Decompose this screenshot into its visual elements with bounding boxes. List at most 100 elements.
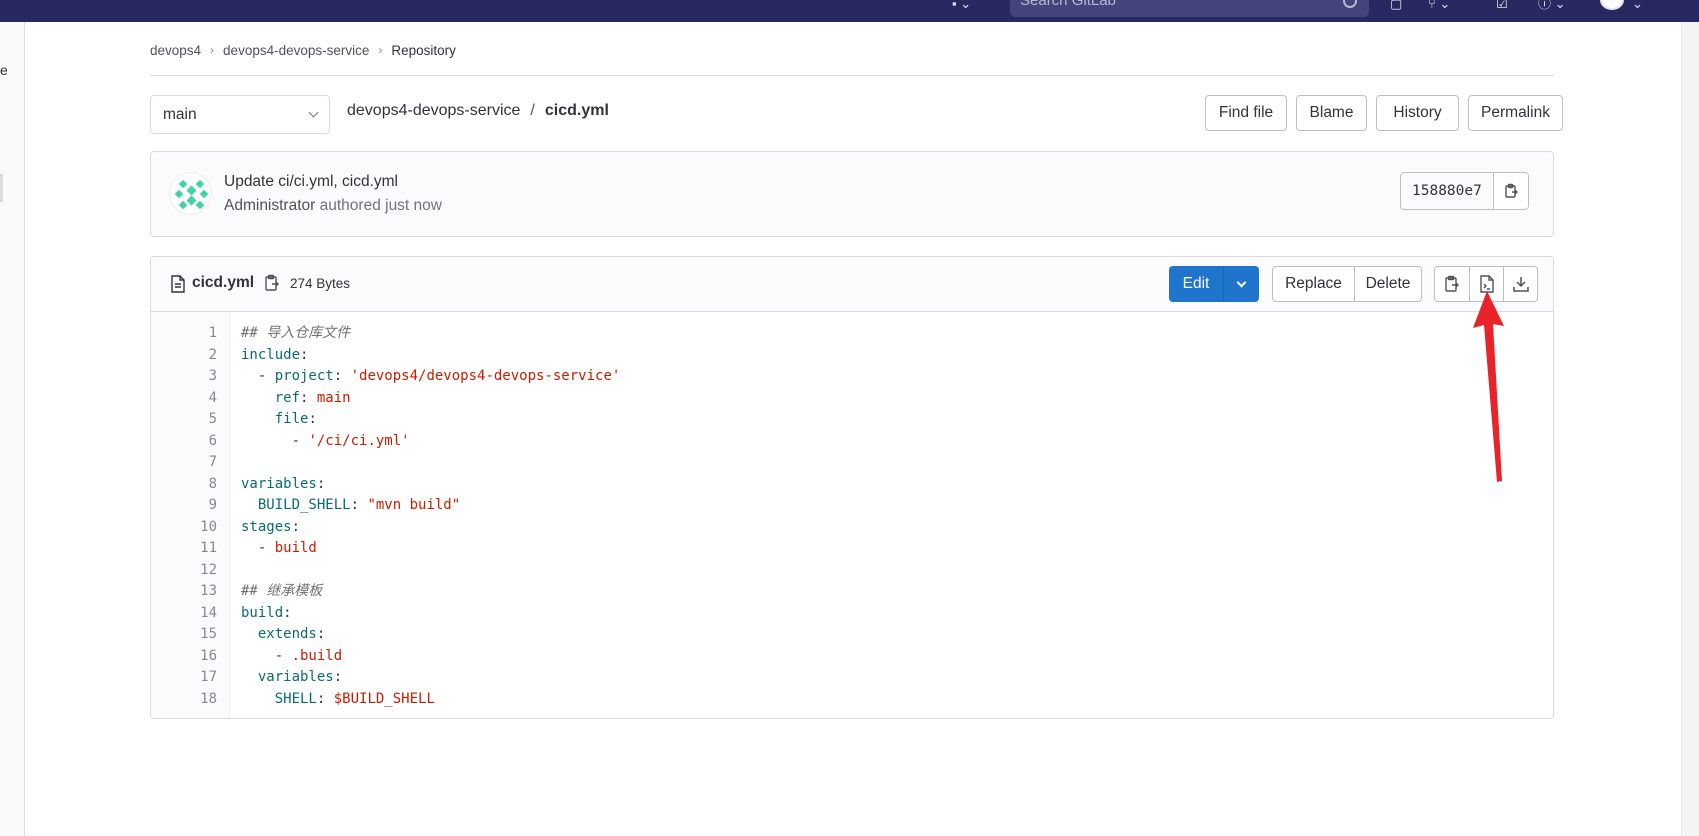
commit-author[interactable]: Administrator xyxy=(224,197,315,214)
commit-meta: Administrator authored just now xyxy=(224,197,442,215)
find-file-button[interactable]: Find file xyxy=(1205,95,1287,131)
search-input[interactable]: Search GitLab xyxy=(1010,0,1369,17)
code-line: 12 xyxy=(151,560,1553,582)
code-line: 18 SHELL: $BUILD_SHELL xyxy=(151,689,1553,711)
line-number[interactable]: 8 xyxy=(151,474,217,496)
code-text: ## 继承模板 xyxy=(241,581,322,603)
file-header: cicd.yml 274 Bytes Edit Replace Delete xyxy=(151,257,1553,312)
commit-sha-group: 158880e7 xyxy=(1400,172,1529,210)
clipboard-icon xyxy=(1445,275,1459,292)
search-placeholder: Search GitLab xyxy=(1020,0,1116,9)
edit-button-group: Edit xyxy=(1169,266,1259,302)
code-token: : xyxy=(300,346,309,363)
code-line: 14 build: xyxy=(151,603,1553,625)
line-number[interactable]: 5 xyxy=(151,409,217,431)
edit-dropdown-toggle[interactable] xyxy=(1223,266,1259,302)
code-token: 'devops4/devops4-devops-service' xyxy=(350,368,621,384)
code-line: 17 variables: xyxy=(151,667,1553,689)
line-number[interactable]: 17 xyxy=(151,667,217,689)
code-text: stages: xyxy=(241,517,300,539)
line-number[interactable]: 14 xyxy=(151,603,217,625)
replace-button[interactable]: Replace xyxy=(1273,267,1354,301)
code-line: 9 BUILD_SHELL: "mvn build" xyxy=(151,495,1553,517)
code-line: 11 - build xyxy=(151,538,1553,560)
edit-button[interactable]: Edit xyxy=(1169,266,1223,302)
file-actions-group: Replace Delete xyxy=(1272,266,1422,302)
chevron-right-icon: › xyxy=(210,43,215,57)
breadcrumb-project[interactable]: devops4-devops-service xyxy=(223,43,369,58)
code-text: include: xyxy=(241,345,308,367)
code-token: extends xyxy=(257,626,317,642)
todo-icon[interactable]: ☑ xyxy=(1496,0,1508,10)
left-sidebar-edge: e xyxy=(0,22,25,836)
commit-sha[interactable]: 158880e7 xyxy=(1401,173,1494,209)
code-token: - xyxy=(241,540,275,556)
code-token: '/ci/ci.yml' xyxy=(308,432,410,449)
code-token: : xyxy=(316,626,326,642)
line-number[interactable]: 11 xyxy=(151,538,217,560)
code-line: 2 include: xyxy=(151,345,1553,367)
code-token: : xyxy=(316,475,326,492)
code-token: build xyxy=(241,604,284,621)
path-repo-link[interactable]: devops4-devops-service xyxy=(347,102,520,120)
code-text: variables: xyxy=(241,667,342,689)
code-text: - .build xyxy=(241,646,342,668)
page-scrollbar[interactable] xyxy=(1681,22,1699,836)
line-number[interactable]: 13 xyxy=(151,581,217,603)
line-number[interactable]: 10 xyxy=(151,517,217,539)
user-avatar[interactable] xyxy=(1600,0,1624,10)
issues-icon[interactable]: ▢ xyxy=(1390,0,1402,10)
line-number[interactable]: 3 xyxy=(151,366,217,388)
line-number[interactable]: 4 xyxy=(151,388,217,410)
help-icon[interactable]: ⓘ ⌄ xyxy=(1538,0,1566,10)
new-item-icon[interactable]: ▪ ⌄ xyxy=(952,0,971,10)
line-number[interactable]: 18 xyxy=(151,689,217,711)
line-number[interactable]: 1 xyxy=(151,323,217,345)
code-token: - xyxy=(241,368,275,384)
code-line: 10 stages: xyxy=(151,517,1553,539)
last-commit-box: Update ci/ci.yml, cicd.yml Administrator… xyxy=(150,151,1554,237)
breadcrumb: devops4 › devops4-devops-service › Repos… xyxy=(150,40,456,60)
code-line: 8 variables: xyxy=(151,474,1553,496)
code-token: : xyxy=(300,389,317,406)
commit-title[interactable]: Update ci/ci.yml, cicd.yml xyxy=(224,173,398,191)
code-token: - xyxy=(241,647,292,664)
line-number[interactable]: 16 xyxy=(151,646,217,668)
blame-button[interactable]: Blame xyxy=(1296,95,1367,131)
line-number[interactable]: 15 xyxy=(151,624,217,646)
permalink-button[interactable]: Permalink xyxy=(1468,95,1563,131)
merge-requests-icon[interactable]: ⑂ ⌄ xyxy=(1428,0,1450,10)
copy-sha-button[interactable] xyxy=(1493,173,1528,209)
line-number[interactable]: 12 xyxy=(151,560,217,582)
annotation-arrow-icon xyxy=(1473,291,1504,482)
code-token: stages xyxy=(241,518,292,535)
clipboard-icon xyxy=(1505,183,1518,198)
file-path: devops4-devops-service / cicd.yml xyxy=(347,102,609,120)
line-number[interactable]: 7 xyxy=(151,452,217,474)
breadcrumb-current[interactable]: Repository xyxy=(391,43,456,58)
author-avatar[interactable] xyxy=(169,172,212,215)
code-line: 6 - '/ci/ci.yml' xyxy=(151,431,1553,453)
code-text: variables: xyxy=(241,474,325,496)
delete-button[interactable]: Delete xyxy=(1354,267,1421,301)
clipboard-icon[interactable] xyxy=(264,274,280,292)
commit-time: authored just now xyxy=(319,197,442,214)
code-token: SHELL xyxy=(274,690,317,707)
code-text: - '/ci/ci.yml' xyxy=(241,431,410,453)
breadcrumb-group[interactable]: devops4 xyxy=(150,43,201,58)
chevron-down-icon xyxy=(1236,277,1247,287)
path-separator: / xyxy=(530,102,535,119)
code-line: 13 ## 继承模板 xyxy=(151,581,1553,603)
file-viewer: cicd.yml 274 Bytes Edit Replace Delete 1… xyxy=(150,256,1554,719)
chevron-down-icon[interactable]: ⌄ xyxy=(1632,0,1643,10)
line-number[interactable]: 6 xyxy=(151,431,217,453)
line-number[interactable]: 2 xyxy=(151,345,217,367)
code-token: : xyxy=(283,604,292,621)
history-button[interactable]: History xyxy=(1376,95,1459,131)
line-number[interactable]: 9 xyxy=(151,495,217,517)
code-token: "mvn build" xyxy=(367,497,461,513)
code-token: : xyxy=(291,518,301,535)
branch-selector[interactable]: main xyxy=(150,95,330,134)
